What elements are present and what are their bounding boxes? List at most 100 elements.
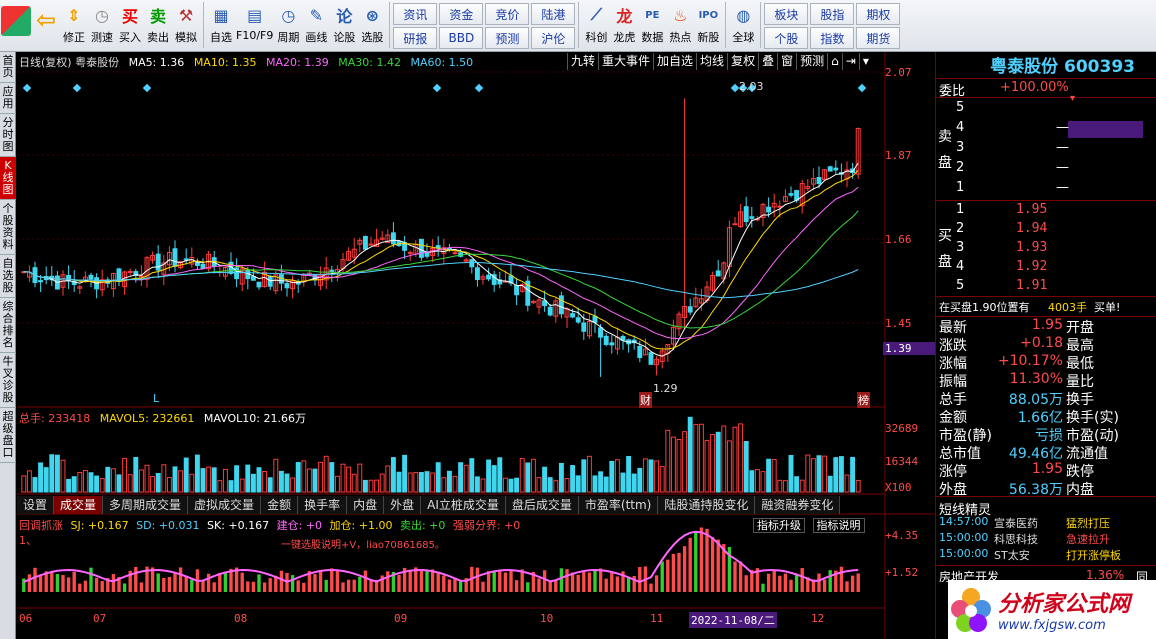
kline-chart-area[interactable]: 日线(复权) 粤泰股份 MA5: 1.36 MA10: 1.35 MA20: 1… [17,52,935,639]
sell-row[interactable]: 4— [956,120,1156,140]
tab-inner[interactable]: 内盘 [347,496,385,514]
forum-button[interactable]: 论论股 [331,0,357,50]
info-lugang[interactable]: 陆港 [531,3,576,25]
buy-row[interactable]: 5 1.91 [956,278,1156,297]
buy-row[interactable]: 4 1.92 [956,259,1156,278]
logo-url: www.fxjgsw.com [998,618,1106,633]
info-zixun[interactable]: 资讯 [393,3,438,25]
tab-volume[interactable]: 成交量 [54,496,104,514]
volume-bar [458,462,464,493]
buy-row[interactable]: 2 1.94 [956,221,1156,240]
info-yuce[interactable]: 预测 [485,27,530,49]
info-zijin[interactable]: 资金 [439,3,484,25]
kechuang-button[interactable]: ⟋ 科创 [583,0,609,50]
f10-button[interactable]: ▤ F10/F9 [236,0,273,50]
info-jingjia[interactable]: 竞价 [485,3,530,25]
newipo-button[interactable]: IPO 新股 [695,0,721,50]
ctb-events[interactable]: 重大事件 [598,53,653,70]
volume-bar [508,478,514,493]
expand-icon[interactable]: ⇥ [841,53,859,70]
buy-button[interactable]: 买买入 [117,0,143,50]
duanxian-header: 短线精灵 [936,496,1156,518]
indicator-bar [638,567,642,592]
lock-icon[interactable]: ⌂ [827,53,842,70]
mkt-qihuo[interactable]: 期货 [856,27,901,49]
vtab-watchlist[interactable]: 自选股 [0,255,16,298]
volume-bar [290,477,296,493]
vtab-superbook[interactable]: 超级盘口 [0,408,16,463]
ctb-predict[interactable]: 预测 [796,53,827,70]
info-bbd[interactable]: BBD [439,27,484,49]
tab-settings[interactable]: 设置 [17,496,55,514]
menu-icon[interactable] [1,0,31,50]
ind-upgrade-button[interactable]: 指标升级 [753,518,805,533]
sell-row[interactable]: 2— [956,160,1156,180]
event-item[interactable]: 15:00:00 科思科技 急速拉升 [936,531,1156,547]
kline-chart-svg[interactable] [17,52,935,639]
mkt-guzhi[interactable]: 股指 [810,3,855,25]
indicator-bar [358,576,362,592]
tab-virtual-volume[interactable]: 虚拟成交量 [188,496,262,514]
sell-row[interactable]: 5 [956,100,1156,120]
vtab-intraday[interactable]: 分时图 [0,114,16,157]
ctb-jiuzhuan[interactable]: 九转 [567,53,598,70]
ctb-overlay[interactable]: 叠 [758,53,777,70]
ind-help-button[interactable]: 指标说明 [812,518,865,533]
mkt-zhishu[interactable]: 指数 [810,27,855,49]
tab-outer[interactable]: 外盘 [384,496,422,514]
vtab-diagnosis[interactable]: 牛叉诊股 [0,353,16,408]
tab-ai-volume[interactable]: AI立桩成交量 [421,496,506,514]
sell-row[interactable]: 3— [956,140,1156,160]
info-yanbao[interactable]: 研报 [393,27,438,49]
vtab-apps[interactable]: 应用 [0,83,16,114]
hot-button[interactable]: ♨ 热点 [667,0,693,50]
event-item[interactable]: 14:57:00 宣泰医药 猛烈打压 [936,515,1156,531]
mkt-qiquan[interactable]: 期权 [856,3,901,25]
ctb-addwatch[interactable]: 加自选 [653,53,696,70]
volume-bar [754,469,760,493]
watchlist-button[interactable]: ▦ 自选 [208,0,234,50]
volume-bar [620,472,626,493]
stat-value: +0.18 [1020,335,1063,351]
volume-bar [452,475,458,493]
tab-after-volume[interactable]: 盘后成交量 [505,496,579,514]
price-tick: 1.87 [885,149,912,162]
event-item[interactable]: 15:00:00 ST太安 打开涨停板 [936,547,1156,563]
ctb-fuquan[interactable]: 复权 [727,53,758,70]
revise-button[interactable]: ⇕ 修正 [61,0,87,50]
mkt-gegu[interactable]: 个股 [764,27,809,49]
period-button[interactable]: ◷ 周期 [275,0,301,50]
tab-lugutong[interactable]: 陆股通持股变化 [658,496,756,514]
tab-turnover[interactable]: 换手率 [298,496,348,514]
longhu-button[interactable]: 龙龙虎 [611,0,637,50]
volume-bar [782,480,788,493]
sell-row[interactable]: 1— [956,180,1156,200]
vtab-profile[interactable]: 个股资料 [0,200,16,255]
buy-book: 买盘 1 1.95 2 1.94 3 1.93 4 1.92 5 1.91 [936,200,1156,298]
tab-pe-ttm[interactable]: 市盈率(ttm) [578,496,659,514]
indicator-legend: 回调抓涨 SJ: +0.167 SD: +0.031 SK: +0.167 建仓… [19,517,520,533]
vtab-ranking[interactable]: 综合排名 [0,298,16,353]
data-button[interactable]: PE 数据 [639,0,665,50]
tab-margin[interactable]: 融资融券变化 [755,496,841,514]
draw-button[interactable]: ✎ 画线 [303,0,329,50]
buy-row[interactable]: 3 1.93 [956,240,1156,259]
ctb-window[interactable]: 窗 [777,53,796,70]
vtab-kline[interactable]: K线图 [0,157,16,200]
tab-amount[interactable]: 金额 [261,496,299,514]
vtab-home[interactable]: 首页 [0,52,16,83]
indicator-bar [789,579,793,592]
ctb-ma[interactable]: 均线 [696,53,727,70]
buy-row[interactable]: 1 1.95 [956,202,1156,221]
backtest-button[interactable]: ◷ 测速 [89,0,115,50]
pick-button[interactable]: ⊛ 选股 [359,0,385,50]
simulate-button[interactable]: ⚒ 模拟 [173,0,199,50]
tab-multi-volume[interactable]: 多周期成交量 [103,496,189,514]
back-button[interactable]: ⇦ [33,0,59,50]
mkt-bankuai[interactable]: 板块 [764,3,809,25]
global-button[interactable]: ◍ 全球 [730,0,756,50]
info-hulun[interactable]: 沪伦 [531,27,576,49]
dropdown-icon[interactable]: ▾ [858,53,872,70]
candle-body [418,238,424,258]
sell-button[interactable]: 卖卖出 [145,0,171,50]
